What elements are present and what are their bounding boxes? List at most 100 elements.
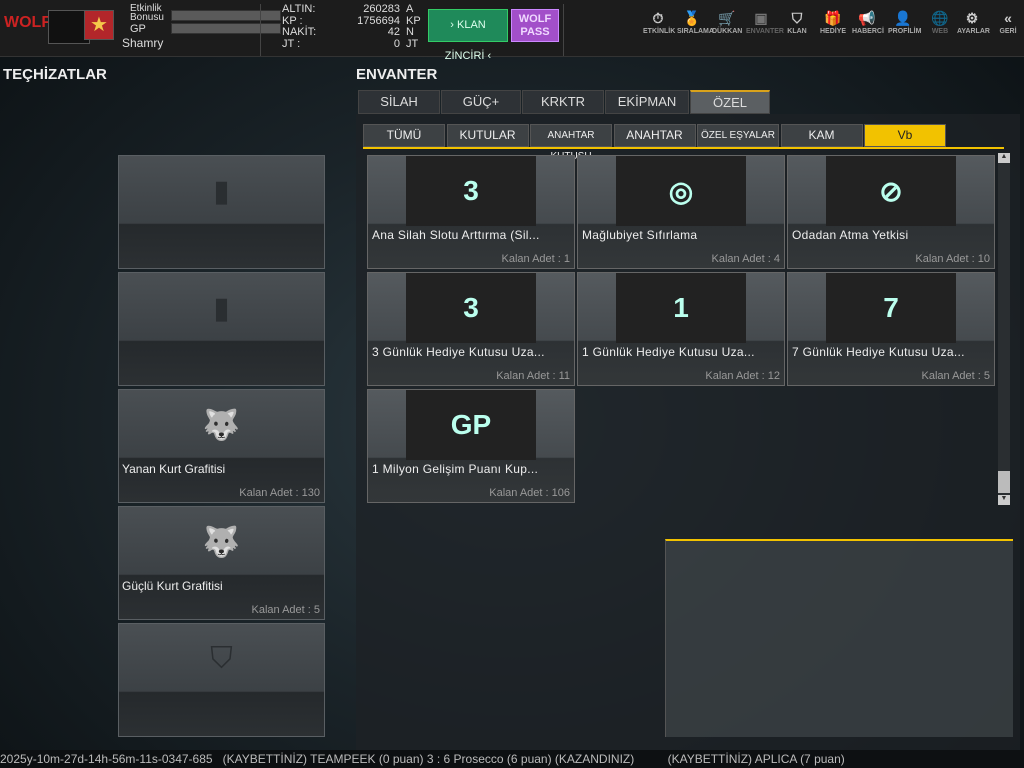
slot-count: Kalan Adet : 5	[251, 604, 321, 616]
item-count: Kalan Adet : 5	[921, 370, 991, 382]
item-icon: GP	[406, 390, 536, 460]
currency-unit: A	[406, 3, 414, 15]
slot-icon: ▮	[213, 174, 230, 208]
inventory-tab[interactable]: EKİPMAN	[605, 90, 689, 114]
inventory-subtab[interactable]: ANAHTAR KUTUSU	[530, 124, 612, 162]
nav-icon: 📢	[858, 10, 876, 26]
item-name: 7 Günlük Hediye Kutusu Uza...	[792, 345, 965, 359]
currency-unit: JT	[406, 37, 419, 50]
inventory-tab[interactable]: ÖZEL	[690, 90, 770, 114]
equipment-slot[interactable]: 🐺 Yanan Kurt Grafitisi Kalan Adet : 130	[118, 389, 325, 503]
slot-name: Yanan Kurt Grafitisi	[122, 462, 226, 476]
nav-icon: 🏅	[683, 10, 701, 26]
inventory-item[interactable]: ◎ Mağlubiyet Sıfırlama Kalan Adet : 4	[577, 155, 785, 269]
nav-item[interactable]: ⏱ ETKİNLİK	[643, 10, 676, 35]
nav-label: HEDİYE	[819, 28, 847, 35]
scroll-up-icon[interactable]: ▲	[998, 153, 1010, 163]
nav-label: SIRALAMA	[677, 28, 714, 35]
nav-item[interactable]: ▣ ENVANTER	[746, 10, 784, 35]
nav-icon: 👤	[894, 10, 912, 26]
item-icon: ⊘	[826, 156, 956, 226]
nav-label: DÜKKAN	[712, 28, 743, 35]
equipment-slot[interactable]: ▮	[118, 155, 325, 269]
slot-count: Kalan Adet : 130	[239, 487, 320, 499]
nav-item[interactable]: ⚙ AYARLAR	[957, 10, 990, 35]
item-name: 1 Günlük Hediye Kutusu Uza...	[582, 345, 755, 359]
item-icon: 3	[406, 273, 536, 343]
currency-label: NAKİT:	[282, 26, 317, 38]
gp-bar	[171, 23, 281, 34]
wolf-pass-button[interactable]: WOLF PASS	[511, 9, 559, 42]
nav-item[interactable]: 🏅 SIRALAMA	[677, 10, 714, 35]
nav-icon: ⏱	[652, 10, 664, 26]
currency-value: 0	[393, 37, 400, 50]
nav-item[interactable]: « GERİ	[993, 10, 1023, 35]
item-icon: ◎	[616, 156, 746, 226]
inventory-subtab[interactable]: KUTULAR	[446, 124, 529, 147]
item-name: Odadan Atma Yetkisi	[792, 228, 909, 242]
equipment-slot[interactable]: ⛉	[118, 623, 325, 737]
equipment-slot[interactable]: ▮	[118, 272, 325, 386]
currency-value: 42	[387, 26, 400, 38]
item-icon: 1	[616, 273, 746, 343]
inventory-item[interactable]: 3 3 Günlük Hediye Kutusu Uza... Kalan Adet…	[367, 272, 575, 386]
top-bar: WOLF ★ Etkinlik Bonusu GP Shamry ALTIN: 2…	[0, 0, 1024, 62]
currency-row: JT : 0 JT	[282, 37, 422, 51]
item-name: 3 Günlük Hediye Kutusu Uza...	[372, 345, 545, 359]
equipment-slot[interactable]: 🐺 Güçlü Kurt Grafitisi Kalan Adet : 5	[118, 506, 325, 620]
nav-item[interactable]: 🎁 HEDİYE	[818, 10, 848, 35]
klan-zinciri-button[interactable]: › KLAN ZİNCİRİ ‹	[428, 9, 508, 62]
scrollbar[interactable]: ▲ ▼	[998, 153, 1010, 505]
currency-row: ALTIN: 260283 A	[282, 3, 422, 16]
slot-icon: ▮	[213, 291, 230, 325]
nav-label: GERİ	[999, 28, 1017, 35]
slot-name: Güçlü Kurt Grafitisi	[122, 579, 223, 593]
inventory-tab[interactable]: SİLAH	[358, 90, 440, 114]
rank-icon: ★	[84, 10, 114, 40]
item-detail-panel	[665, 539, 1013, 737]
item-count: Kalan Adet : 1	[501, 253, 571, 265]
inventory-subtab[interactable]: KAM	[780, 124, 863, 147]
nav-icon: 🌐	[931, 10, 949, 26]
inventory-item[interactable]: 7 7 Günlük Hediye Kutusu Uza... Kalan Adet…	[787, 272, 995, 386]
currency-unit: N	[406, 26, 414, 38]
inventory-tab[interactable]: GÜÇ+	[441, 90, 521, 114]
scroll-thumb[interactable]	[998, 471, 1010, 493]
inventory-item[interactable]: ⊘ Odadan Atma Yetkisi Kalan Adet : 10	[787, 155, 995, 269]
nav-label: ETKİNLİK	[643, 28, 676, 35]
inventory-subtab[interactable]: TÜMÜ	[363, 124, 445, 147]
equipment-title: TEÇHİZATLAR	[3, 66, 107, 83]
currency-row: NAKİT: 42 N	[282, 26, 422, 39]
nav-label: KLAN	[787, 28, 807, 35]
currency-label: ALTIN:	[282, 3, 316, 15]
item-name: Mağlubiyet Sıfırlama	[582, 228, 698, 242]
inventory-title: ENVANTER	[356, 66, 438, 83]
slot-icon: ⛉	[210, 642, 233, 675]
inventory-item[interactable]: 1 1 Günlük Hediye Kutusu Uza... Kalan Adet…	[577, 272, 785, 386]
currency-label: JT :	[282, 37, 301, 50]
nav-label: HABERCİ	[852, 28, 884, 35]
inventory-tab[interactable]: KRKTR	[522, 90, 604, 114]
nav-item[interactable]: ⛉ KLAN	[782, 10, 812, 35]
nav-item[interactable]: 🌐 WEB	[925, 10, 955, 35]
slot-icon: 🐺	[202, 525, 241, 559]
inventory-item[interactable]: 3 Ana Silah Slotu Arttırma (Sil... Kalan A…	[367, 155, 575, 269]
nav-icon: ⚙	[965, 10, 979, 26]
inventory-subtab[interactable]: ANAHTAR	[613, 124, 696, 147]
inventory-subtab[interactable]: Vb	[864, 124, 946, 147]
nav-item[interactable]: 🛒 DÜKKAN	[712, 10, 742, 35]
nav-icon: 🎁	[824, 10, 842, 26]
inventory-item[interactable]: GP 1 Milyon Gelişim Puanı Kup... Kalan Ade…	[367, 389, 575, 503]
scroll-down-icon[interactable]: ▼	[998, 495, 1010, 505]
nav-icon: ▣	[754, 10, 768, 26]
item-icon: 7	[826, 273, 956, 343]
item-count: Kalan Adet : 4	[711, 253, 781, 265]
nav-icon: ⛉	[791, 10, 803, 26]
nav-item[interactable]: 📢 HABERCİ	[852, 10, 884, 35]
inventory-subtab[interactable]: ÖZEL EŞYALAR	[697, 124, 779, 147]
slot-icon: 🐺	[202, 408, 241, 442]
event-bonus-bar	[171, 10, 281, 21]
player-name: Shamry	[122, 36, 164, 50]
gp-label: GP	[130, 23, 146, 35]
nav-item[interactable]: 👤 PROFİLİM	[888, 10, 921, 35]
